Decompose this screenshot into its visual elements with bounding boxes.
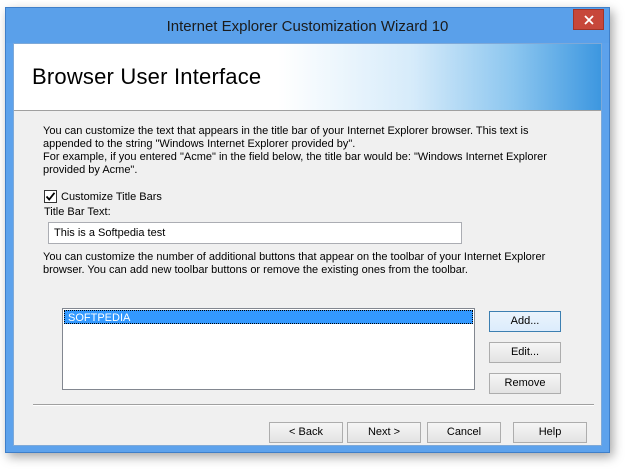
- description-line: You can customize the text that appears …: [43, 125, 529, 137]
- customize-title-bars-checkbox[interactable]: [44, 190, 57, 203]
- close-icon: [583, 14, 594, 25]
- title-bar[interactable]: Internet Explorer Customization Wizard 1…: [6, 8, 609, 43]
- customize-title-bars-row[interactable]: Customize Title Bars: [44, 190, 162, 203]
- edit-button[interactable]: Edit...: [489, 342, 561, 363]
- title-bar-description: You can customize the text that appears …: [43, 125, 583, 177]
- wizard-client-area: Browser User Interface You can customize…: [13, 43, 602, 446]
- page-header: Browser User Interface: [14, 44, 601, 111]
- back-button[interactable]: < Back: [269, 422, 343, 443]
- description-line: For example, if you entered "Acme" in th…: [43, 151, 547, 163]
- window-title: Internet Explorer Customization Wizard 1…: [166, 18, 449, 35]
- cancel-button[interactable]: Cancel: [427, 422, 501, 443]
- list-item[interactable]: SOFTPEDIA: [64, 310, 473, 324]
- checkmark-icon: [45, 192, 56, 201]
- help-button[interactable]: Help: [513, 422, 587, 443]
- toolbar-buttons-list[interactable]: SOFTPEDIA: [62, 308, 475, 390]
- customize-title-bars-label[interactable]: Customize Title Bars: [61, 191, 162, 203]
- add-button[interactable]: Add...: [489, 311, 561, 332]
- wizard-window: Internet Explorer Customization Wizard 1…: [5, 7, 610, 453]
- close-button[interactable]: [573, 9, 604, 30]
- page-title: Browser User Interface: [32, 64, 262, 89]
- description-line: browser. You can add new toolbar buttons…: [43, 264, 468, 276]
- remove-button[interactable]: Remove: [489, 373, 561, 394]
- description-line: appended to the string "Windows Internet…: [43, 138, 356, 150]
- description-line: You can customize the number of addition…: [43, 251, 546, 263]
- title-bar-text-input[interactable]: [48, 222, 462, 244]
- title-bar-text-label: Title Bar Text:: [44, 206, 111, 218]
- description-line: provided by Acme".: [43, 164, 138, 176]
- toolbar-description: You can customize the number of addition…: [43, 251, 583, 277]
- footer-separator: [33, 404, 594, 406]
- next-button[interactable]: Next >: [347, 422, 421, 443]
